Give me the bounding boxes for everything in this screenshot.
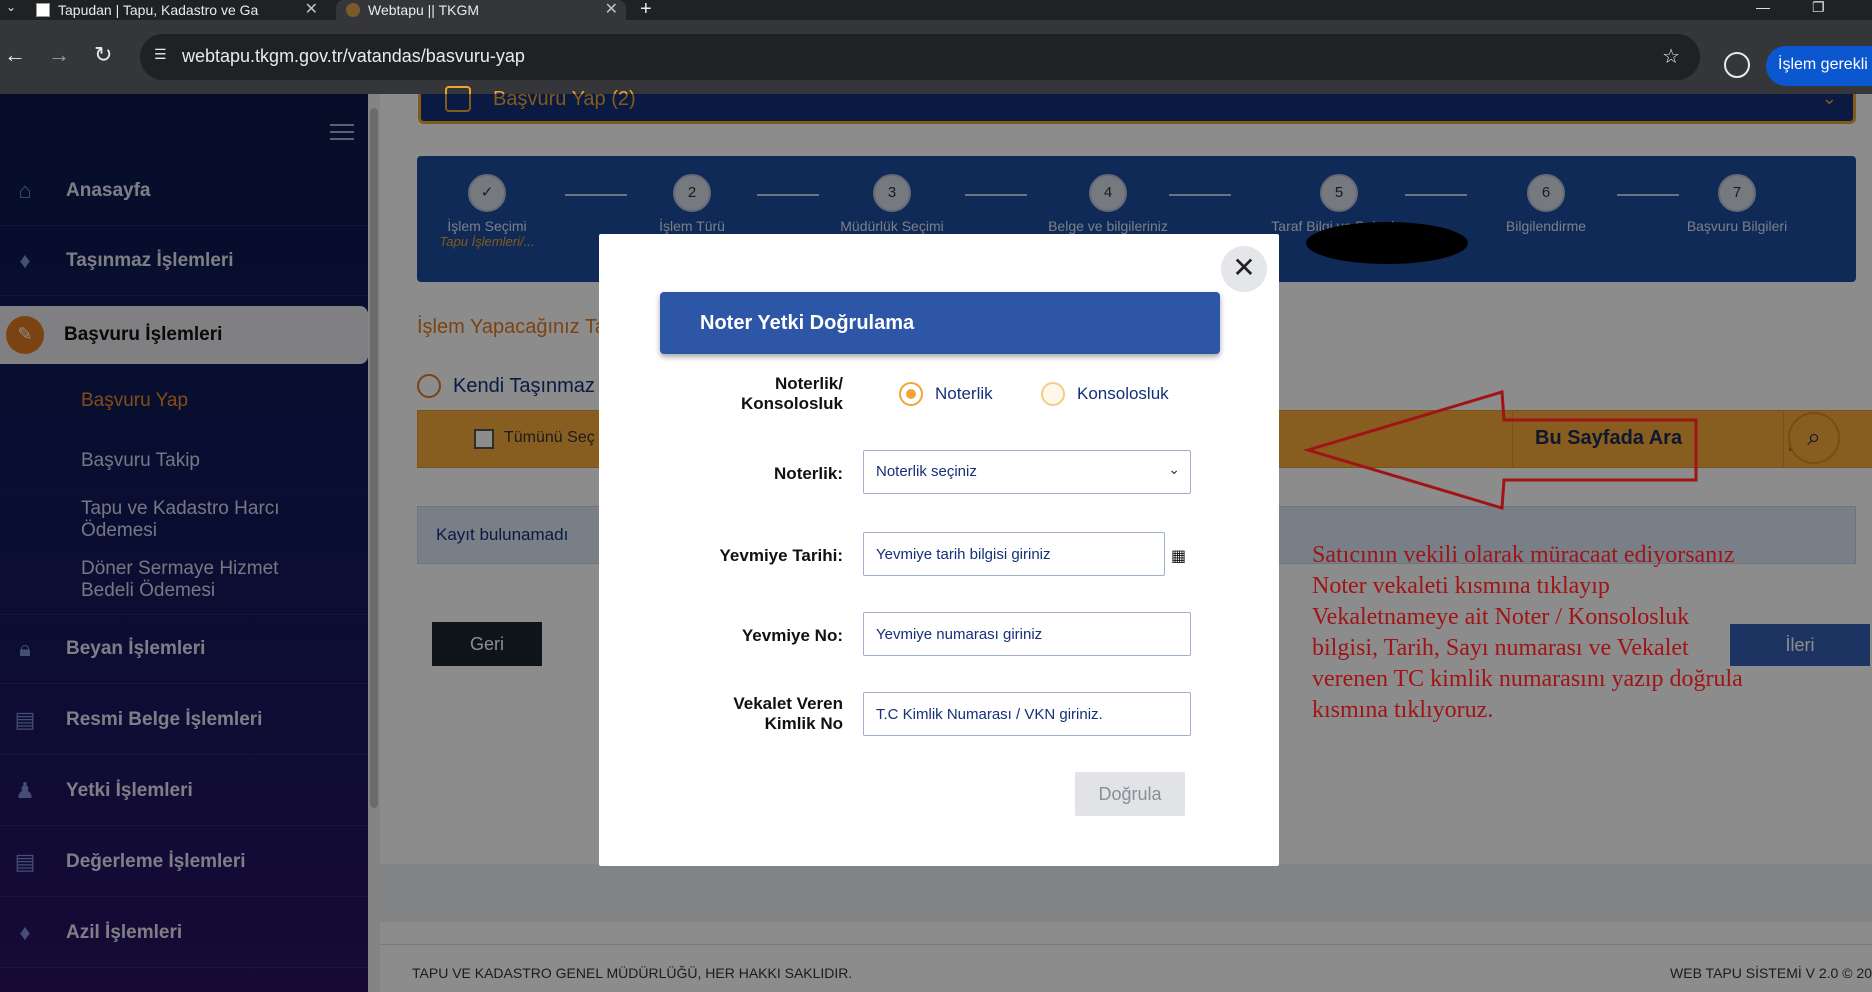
tab-search-chevron-icon[interactable]: ⌄ — [6, 0, 16, 14]
site-settings-icon[interactable]: ☰ — [154, 46, 174, 66]
restore-icon[interactable]: ❐ — [1812, 0, 1825, 16]
radio-konsolosluk[interactable]: Konsolosluk — [1041, 382, 1169, 406]
modal-header: Noter Yetki Doğrulama — [660, 292, 1220, 354]
bookmark-star-icon[interactable]: ☆ — [1662, 44, 1680, 69]
date-input[interactable] — [863, 532, 1165, 576]
radio-selected-icon[interactable] — [899, 382, 923, 406]
close-button[interactable]: ✕ — [1221, 246, 1267, 292]
tab-title: Webtapu || TKGM — [368, 2, 480, 18]
tab-close-icon[interactable]: ✕ — [605, 0, 618, 19]
back-arrow-icon[interactable]: ← — [4, 42, 26, 68]
tkgm-favicon-icon — [346, 3, 360, 17]
chevron-down-icon: ⌄ — [1168, 461, 1180, 477]
radio-noterlik[interactable]: Noterlik — [899, 382, 993, 406]
new-tab-button[interactable]: + — [640, 0, 652, 21]
id-label: Vekalet Veren Kimlik No — [733, 694, 843, 733]
radio-unselected-icon[interactable] — [1041, 382, 1065, 406]
browser-tabstrip: ⌄ Tapudan | Tapu, Kadastro ve Ga ✕ Webta… — [0, 0, 1872, 20]
forward-arrow-icon[interactable]: → — [48, 42, 70, 68]
reload-icon[interactable]: ↻ — [94, 42, 112, 68]
profile-icon[interactable] — [1724, 52, 1750, 78]
noter-verification-modal: ✕ Noter Yetki Doğrulama Noterlik/ Konsol… — [599, 234, 1279, 866]
browser-tab-tapudan[interactable]: Tapudan | Tapu, Kadastro ve Ga ✕ — [36, 0, 326, 20]
tab-close-icon[interactable]: ✕ — [305, 0, 318, 19]
annotation-line: verenen TC kimlik numarasını yazıp doğru… — [1312, 666, 1743, 692]
noterlik-select[interactable]: Noterlik seçiniz ⌄ — [863, 450, 1191, 494]
verify-button[interactable]: Doğrula — [1075, 772, 1185, 816]
page-favicon-icon — [36, 3, 50, 17]
annotation-line: Vekaletnameye ait Noter / Konsolosluk — [1312, 604, 1690, 630]
date-label: Yevmiye Tarihi: — [719, 546, 843, 565]
browser-tab-webtapu[interactable]: Webtapu || TKGM ✕ — [336, 0, 626, 20]
annotation-line: kısmına tıklıyoruz. — [1312, 697, 1494, 723]
arrow-shape — [1302, 390, 1698, 510]
address-bar[interactable]: ☰ webtapu.tkgm.gov.tr/vatandas/basvuru-y… — [140, 34, 1700, 80]
annotation-line: Satıcının vekili olarak müracaat ediyors… — [1312, 542, 1735, 568]
annotation-line: bilgisi, Tarih, Sayı numarası ve Vekalet — [1312, 635, 1689, 661]
redaction-mark — [1306, 222, 1468, 264]
close-icon: ✕ — [1232, 252, 1256, 283]
type-label: Noterlik/ Konsolosluk — [740, 374, 843, 413]
radio-label: Konsolosluk — [1077, 384, 1169, 403]
noterlik-label: Noterlik: — [774, 464, 843, 483]
action-required-button[interactable]: İşlem gerekli — [1766, 46, 1872, 86]
browser-toolbar: ← → ↻ ☰ webtapu.tkgm.gov.tr/vatandas/bas… — [0, 20, 1872, 94]
tab-title: Tapudan | Tapu, Kadastro ve Ga — [58, 2, 259, 18]
noterlik-select-value: Noterlik seçiniz — [876, 463, 977, 480]
no-label: Yevmiye No: — [741, 626, 843, 645]
annotation-arrow — [1302, 390, 1698, 510]
minimize-icon[interactable]: — — [1756, 0, 1770, 15]
calendar-icon[interactable]: ▦ — [1171, 546, 1186, 566]
annotation-text: Satıcının vekili olarak müracaat ediyors… — [1312, 540, 1852, 726]
url-text[interactable]: webtapu.tkgm.gov.tr/vatandas/basvuru-yap — [182, 46, 525, 67]
radio-label: Noterlik — [935, 384, 993, 403]
no-input[interactable] — [863, 612, 1191, 656]
modal-title: Noter Yetki Doğrulama — [700, 312, 915, 334]
id-input[interactable] — [863, 692, 1191, 736]
annotation-line: Noter vekaleti kısmına tıklayıp — [1312, 573, 1610, 599]
